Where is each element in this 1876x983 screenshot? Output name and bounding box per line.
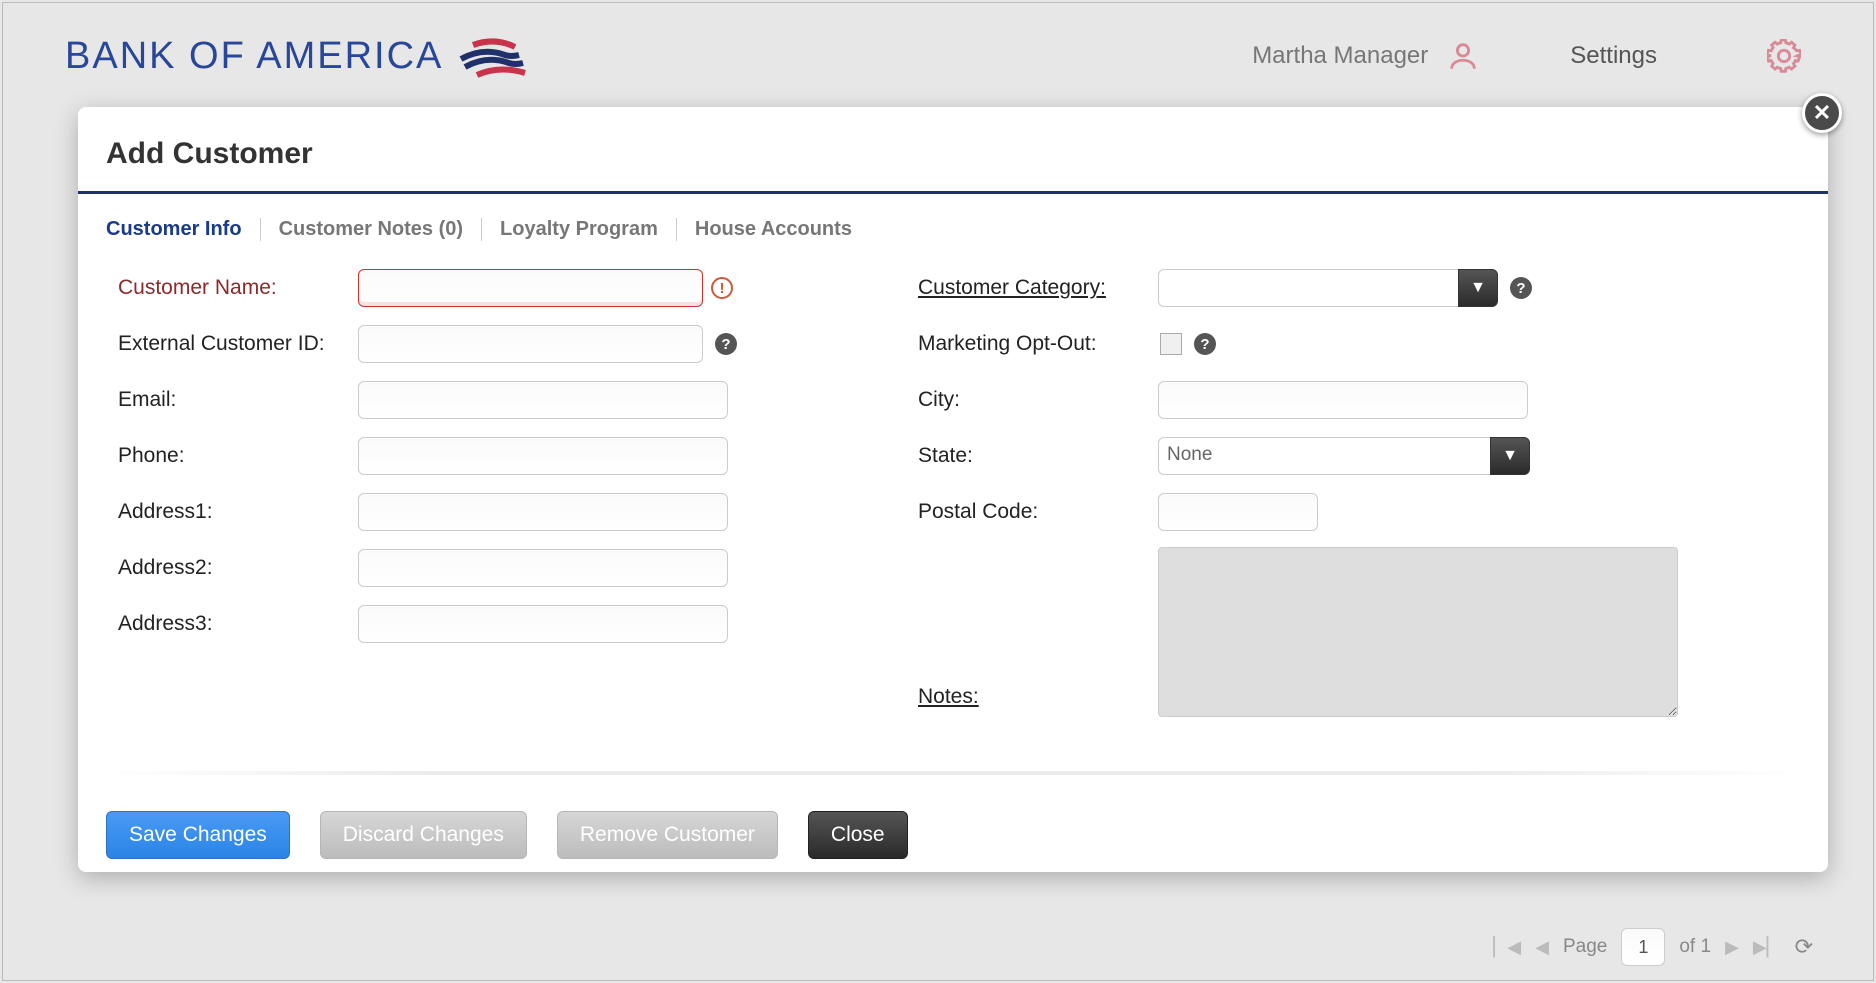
postal-code-input[interactable] bbox=[1158, 493, 1318, 531]
label-state: State: bbox=[918, 444, 1158, 468]
page-number-input[interactable] bbox=[1621, 928, 1665, 966]
discard-changes-button[interactable]: Discard Changes bbox=[320, 811, 527, 859]
label-notes[interactable]: Notes: bbox=[918, 685, 1158, 709]
tab-loyalty-program[interactable]: Loyalty Program bbox=[482, 218, 677, 241]
page-frame: BANK OF AMERICA Martha Manager Settings … bbox=[2, 2, 1874, 981]
chevron-down-icon[interactable]: ▼ bbox=[1490, 437, 1530, 475]
label-marketing-optout: Marketing Opt-Out: bbox=[918, 332, 1158, 356]
customer-category-select[interactable] bbox=[1158, 269, 1458, 307]
page-last-icon[interactable]: ▶▏ bbox=[1753, 937, 1781, 958]
modal-title: Add Customer bbox=[78, 137, 1828, 194]
page-first-icon[interactable]: ▏◀ bbox=[1493, 937, 1521, 958]
top-header: BANK OF AMERICA Martha Manager Settings bbox=[65, 21, 1811, 91]
brand-name: BANK OF AMERICA bbox=[65, 35, 443, 78]
error-icon: ! bbox=[711, 277, 733, 299]
brand-logo: BANK OF AMERICA bbox=[65, 31, 533, 81]
help-icon[interactable]: ? bbox=[1194, 333, 1216, 355]
page-label: Page bbox=[1563, 936, 1607, 958]
page-prev-icon[interactable]: ◀ bbox=[1535, 937, 1549, 958]
label-customer-category[interactable]: Customer Category: bbox=[918, 276, 1158, 300]
address1-input[interactable] bbox=[358, 493, 728, 531]
label-customer-name: Customer Name: bbox=[118, 276, 358, 300]
page-next-icon[interactable]: ▶ bbox=[1725, 937, 1739, 958]
label-address2: Address2: bbox=[118, 556, 358, 580]
email-input[interactable] bbox=[358, 381, 728, 419]
label-phone: Phone: bbox=[118, 444, 358, 468]
modal-tabs: Customer Info Customer Notes (0) Loyalty… bbox=[78, 194, 1828, 261]
label-city: City: bbox=[918, 388, 1158, 412]
tab-house-accounts[interactable]: House Accounts bbox=[677, 218, 870, 241]
form-body: Customer Name: ! External Customer ID: ?… bbox=[78, 261, 1828, 731]
settings-link[interactable]: Settings bbox=[1570, 42, 1657, 70]
phone-input[interactable] bbox=[358, 437, 728, 475]
add-customer-modal: ✕ Add Customer Customer Info Customer No… bbox=[78, 107, 1828, 872]
help-icon[interactable]: ? bbox=[715, 333, 737, 355]
marketing-optout-checkbox[interactable] bbox=[1160, 333, 1182, 355]
tab-customer-notes[interactable]: Customer Notes (0) bbox=[261, 218, 482, 241]
label-external-id: External Customer ID: bbox=[118, 332, 358, 356]
customer-name-input[interactable] bbox=[358, 269, 703, 307]
refresh-icon[interactable]: ⟳ bbox=[1795, 934, 1813, 960]
modal-footer: Save Changes Discard Changes Remove Cust… bbox=[78, 775, 1828, 859]
label-email: Email: bbox=[118, 388, 358, 412]
left-column: Customer Name: ! External Customer ID: ?… bbox=[118, 267, 838, 731]
close-button[interactable]: Close bbox=[808, 811, 908, 859]
address3-input[interactable] bbox=[358, 605, 728, 643]
help-icon[interactable]: ? bbox=[1510, 277, 1532, 299]
city-input[interactable] bbox=[1158, 381, 1528, 419]
gear-icon[interactable] bbox=[1767, 39, 1801, 73]
flag-icon bbox=[453, 31, 533, 81]
label-address1: Address1: bbox=[118, 500, 358, 524]
address2-input[interactable] bbox=[358, 549, 728, 587]
page-of-label: of 1 bbox=[1679, 936, 1711, 958]
user-name-label: Martha Manager bbox=[1252, 42, 1428, 70]
label-address3: Address3: bbox=[118, 612, 358, 636]
close-icon[interactable]: ✕ bbox=[1802, 93, 1842, 133]
notes-textarea[interactable] bbox=[1158, 547, 1678, 717]
tab-customer-info[interactable]: Customer Info bbox=[106, 218, 261, 241]
external-id-input[interactable] bbox=[358, 325, 703, 363]
save-changes-button[interactable]: Save Changes bbox=[106, 811, 290, 859]
right-column: Customer Category: ▼ ? Marketing Opt-Out… bbox=[918, 267, 1678, 731]
chevron-down-icon[interactable]: ▼ bbox=[1458, 269, 1498, 307]
pagination-bar: ▏◀ ◀ Page of 1 ▶ ▶▏ ⟳ bbox=[1493, 928, 1813, 966]
user-icon[interactable] bbox=[1446, 39, 1480, 73]
remove-customer-button[interactable]: Remove Customer bbox=[557, 811, 778, 859]
state-select[interactable]: None bbox=[1158, 437, 1490, 475]
label-postal: Postal Code: bbox=[918, 500, 1158, 524]
